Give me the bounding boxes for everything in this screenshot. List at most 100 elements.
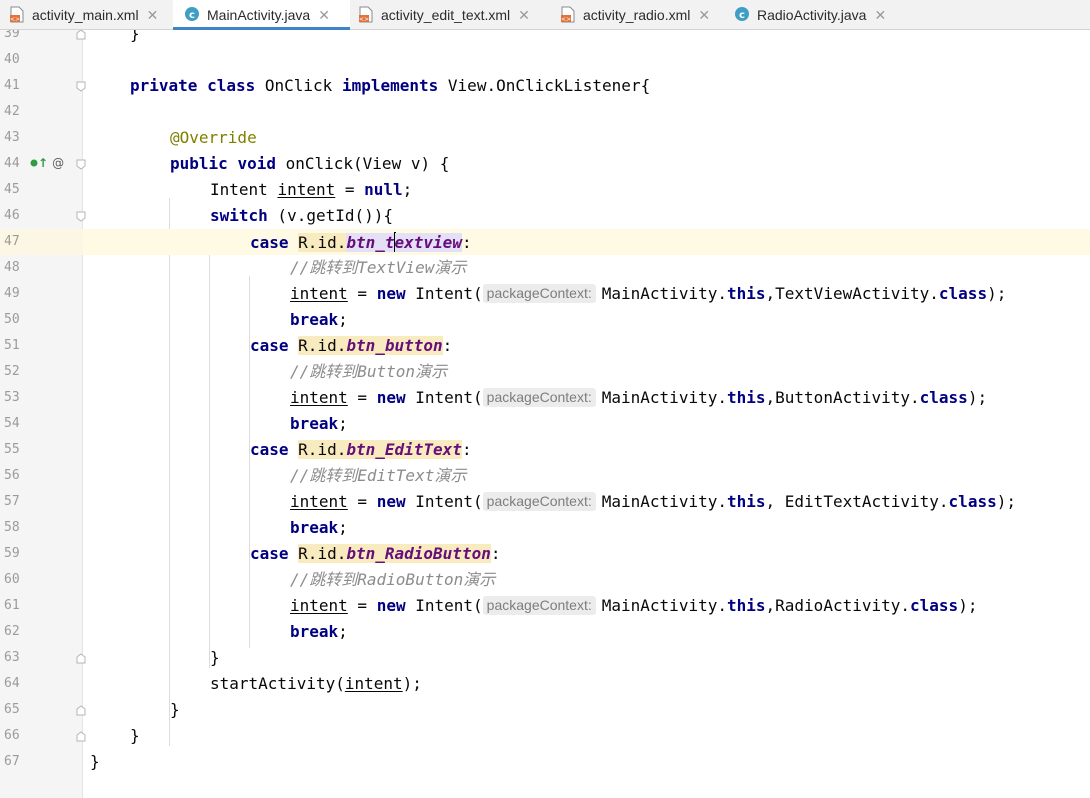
editor-tab-bar: <> activity_main.xml ✕ c MainActivity.ja…: [0, 0, 1090, 30]
fold-end-icon[interactable]: [76, 731, 86, 742]
code-line[interactable]: 42: [0, 99, 1090, 125]
code-text: case R.id.btn_RadioButton:: [250, 544, 501, 563]
code-text: //跳转到EditText演示: [290, 466, 467, 485]
line-number: 51: [4, 338, 20, 353]
line-number: 60: [4, 572, 20, 587]
close-icon[interactable]: ✕: [874, 8, 886, 22]
code-line[interactable]: 40: [0, 47, 1090, 73]
line-number: 44: [4, 156, 20, 171]
line-number: 66: [4, 728, 20, 743]
code-line-current[interactable]: 47 case R.id.btn_textview:: [0, 229, 1090, 255]
close-icon[interactable]: ✕: [147, 8, 159, 22]
line-number: 54: [4, 416, 20, 431]
code-line[interactable]: 66 }: [0, 723, 1090, 749]
code-line[interactable]: 39 }: [0, 30, 1090, 47]
code-line[interactable]: 59 case R.id.btn_RadioButton:: [0, 541, 1090, 567]
close-icon[interactable]: ✕: [318, 8, 330, 22]
code-text: switch (v.getId()){: [210, 206, 394, 225]
line-number: 49: [4, 286, 20, 301]
line-number: 52: [4, 364, 20, 379]
line-number: 45: [4, 182, 20, 197]
line-number: 43: [4, 130, 20, 145]
code-line[interactable]: 41 private class OnClick implements View…: [0, 73, 1090, 99]
fold-end-icon[interactable]: [76, 30, 86, 40]
code-text: startActivity(intent);: [210, 674, 422, 693]
code-editor[interactable]: 39 } 40 41 private class OnClick impleme…: [0, 30, 1090, 798]
tab-activity-main-xml[interactable]: <> activity_main.xml ✕: [0, 0, 173, 29]
code-line[interactable]: 57 intent = new Intent(packageContext: Ma…: [0, 489, 1090, 515]
code-text: case R.id.btn_textview:: [250, 232, 472, 252]
code-text: case R.id.btn_EditText:: [250, 440, 472, 459]
code-text: break;: [290, 414, 348, 433]
code-line[interactable]: 63 }: [0, 645, 1090, 671]
code-line[interactable]: 49 intent = new Intent(packageContext: Ma…: [0, 281, 1090, 307]
fold-start-icon[interactable]: [76, 159, 86, 170]
code-text: intent = new Intent(packageContext: MainA…: [290, 388, 988, 407]
code-line[interactable]: 58 break;: [0, 515, 1090, 541]
code-line[interactable]: 45 Intent intent = null;: [0, 177, 1090, 203]
code-line[interactable]: 55 case R.id.btn_EditText:: [0, 437, 1090, 463]
code-line[interactable]: 52 //跳转到Button演示: [0, 359, 1090, 385]
line-number: 48: [4, 260, 20, 275]
code-line[interactable]: 65 }: [0, 697, 1090, 723]
line-number: 46: [4, 208, 20, 223]
line-number: 59: [4, 546, 20, 561]
line-number: 39: [4, 30, 20, 41]
code-line[interactable]: 44 ↑ @ public void onClick(View v) {: [0, 151, 1090, 177]
code-lines[interactable]: 39 } 40 41 private class OnClick impleme…: [0, 30, 1090, 775]
code-line[interactable]: 61 intent = new Intent(packageContext: Ma…: [0, 593, 1090, 619]
override-method-icon[interactable]: ↑ @: [30, 156, 64, 170]
xml-file-icon: <>: [560, 6, 576, 23]
code-text: }: [170, 700, 180, 719]
parameter-hint: packageContext:: [482, 596, 596, 615]
svg-text:c: c: [739, 10, 745, 21]
code-text: }: [90, 752, 100, 771]
tab-main-activity-java[interactable]: c MainActivity.java ✕: [173, 0, 350, 30]
tab-label: activity_edit_text.xml: [381, 6, 511, 23]
code-text: @Override: [170, 128, 257, 147]
code-line[interactable]: 60 //跳转到RadioButton演示: [0, 567, 1090, 593]
code-text: }: [130, 726, 140, 745]
code-line[interactable]: 46 switch (v.getId()){: [0, 203, 1090, 229]
code-line[interactable]: 48 //跳转到TextView演示: [0, 255, 1090, 281]
xml-file-icon: <>: [9, 6, 25, 23]
close-icon[interactable]: ✕: [518, 8, 530, 22]
java-class-icon: c: [184, 6, 200, 23]
fold-start-icon[interactable]: [76, 81, 86, 92]
code-text: break;: [290, 622, 348, 641]
line-number: 63: [4, 650, 20, 665]
line-number: 47: [4, 234, 20, 249]
code-text: //跳转到Button演示: [290, 362, 448, 381]
parameter-hint: packageContext:: [482, 388, 596, 407]
code-line[interactable]: 62 break;: [0, 619, 1090, 645]
code-line[interactable]: 43 @Override: [0, 125, 1090, 151]
code-line[interactable]: 56 //跳转到EditText演示: [0, 463, 1090, 489]
tab-activity-edit-text-xml[interactable]: <> activity_edit_text.xml ✕: [350, 0, 555, 29]
line-number: 53: [4, 390, 20, 405]
parameter-hint: packageContext:: [482, 492, 596, 511]
line-number: 65: [4, 702, 20, 717]
code-line[interactable]: 64 startActivity(intent);: [0, 671, 1090, 697]
line-number: 67: [4, 754, 20, 769]
line-number: 40: [4, 52, 20, 67]
fold-end-icon[interactable]: [76, 705, 86, 716]
code-line[interactable]: 51 case R.id.btn_button:: [0, 333, 1090, 359]
tab-activity-radio-xml[interactable]: <> activity_radio.xml ✕: [555, 0, 727, 29]
close-icon[interactable]: ✕: [698, 8, 710, 22]
parameter-hint: packageContext:: [482, 284, 596, 303]
code-text: break;: [290, 518, 348, 537]
tab-radio-activity-java[interactable]: c RadioActivity.java ✕: [727, 0, 902, 29]
svg-text:<>: <>: [561, 16, 571, 23]
code-line[interactable]: 53 intent = new Intent(packageContext: Ma…: [0, 385, 1090, 411]
fold-start-icon[interactable]: [76, 211, 86, 222]
fold-end-icon[interactable]: [76, 653, 86, 664]
code-line[interactable]: 50 break;: [0, 307, 1090, 333]
code-text: private class OnClick implements View.On…: [130, 76, 651, 95]
tab-label: MainActivity.java: [207, 6, 311, 23]
code-text: intent = new Intent(packageContext: MainA…: [290, 596, 978, 615]
line-number: 57: [4, 494, 20, 509]
code-line[interactable]: 67 }: [0, 749, 1090, 775]
svg-text:<>: <>: [10, 16, 20, 23]
code-line[interactable]: 54 break;: [0, 411, 1090, 437]
line-number: 61: [4, 598, 20, 613]
